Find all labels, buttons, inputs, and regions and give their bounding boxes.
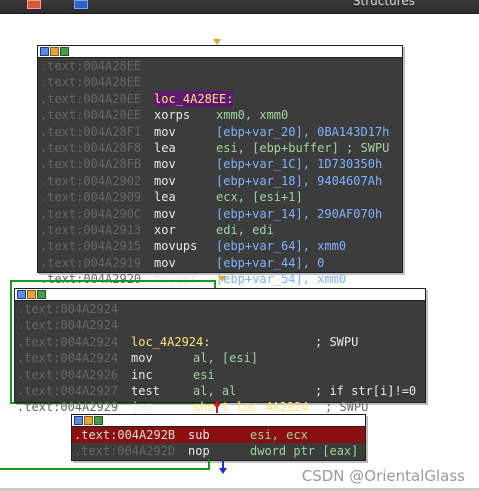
edge-arrow: [219, 468, 227, 474]
mnemonic[interactable]: sub: [188, 427, 210, 443]
asm-line[interactable]: .text:004A28F8 lea esi, [ebp+buffer] ; SWP…: [38, 140, 402, 156]
operands[interactable]: dword ptr [eax]: [250, 443, 358, 459]
operands[interactable]: edi, edi: [216, 222, 274, 238]
asm-line[interactable]: .text:004A290C mov [ebp+var_14], 290AF070h: [38, 206, 402, 222]
loop-edge: [10, 280, 216, 282]
comment: ; SWPU: [315, 334, 359, 349]
loop-edge: [214, 280, 216, 288]
mnemonic[interactable]: test: [131, 383, 160, 399]
asm-line[interactable]: .text:004A28EE loc_4A28EE:: [38, 90, 402, 108]
operands[interactable]: al, [esi]: [193, 350, 258, 366]
block-color-icon[interactable]: [27, 290, 36, 299]
asm-line[interactable]: .text:004A2924 loc_4A2924:; SWPU: [15, 334, 425, 350]
operands[interactable]: [ebp+var_44], 0: [216, 255, 324, 271]
code-label[interactable]: loc_4A2924:: [131, 334, 210, 350]
tab-icon[interactable]: [74, 0, 88, 9]
asm-line[interactable]: .text:004A28F1 mov [ebp+var_20], 0BA143D17…: [38, 124, 402, 140]
block-header: [72, 415, 365, 427]
asm-line[interactable]: .text:004A28EE: [38, 74, 402, 90]
mnemonic[interactable]: mov: [131, 350, 153, 366]
asm-line[interactable]: .text:004A28EE: [38, 58, 402, 74]
asm-line[interactable]: .text:004A2909 lea ecx, [esi+1]: [38, 189, 402, 205]
mnemonic[interactable]: mov: [154, 255, 176, 271]
asm-line[interactable]: .text:004A2924 mov al, [esi]: [15, 350, 425, 366]
operands[interactable]: esi, [ebp+buffer] ; SWPU: [216, 140, 389, 156]
block-group-icon[interactable]: [94, 416, 103, 425]
operands[interactable]: [ebp+var_18], 9404607Ah: [216, 173, 382, 189]
asm-line[interactable]: .text:004A2927 test al, al; if str[i]!=0: [15, 383, 425, 399]
asm-line[interactable]: .text:004A2924: [15, 317, 425, 333]
basic-block-4A2924[interactable]: .text:004A2924 .text:004A2924 .text:004A…: [14, 288, 426, 414]
asm-line[interactable]: .text:004A2926 inc esi: [15, 367, 425, 383]
asm-line[interactable]: .text:004A28EE xorps xmm0, xmm0: [38, 107, 402, 123]
loop-edge: [10, 280, 12, 404]
block-group-icon[interactable]: [37, 290, 46, 299]
code-label[interactable]: loc_4A28EE:: [154, 90, 234, 108]
mnemonic[interactable]: lea: [154, 189, 176, 205]
asm-line[interactable]: .text:004A2915 movups [ebp+var_64], xmm0: [38, 238, 402, 254]
block-color-icon[interactable]: [50, 47, 59, 56]
operands[interactable]: [ebp+var_64], xmm0: [216, 238, 346, 254]
asm-line[interactable]: .text:004A2919 mov [ebp+var_44], 0: [38, 255, 402, 271]
asm-line[interactable]: .text:004A2924: [15, 301, 425, 317]
operands[interactable]: [ebp+var_1C], 1D730350h: [216, 156, 382, 172]
block-lines: .text:004A292B sub esi, ecx .text:004A292D…: [72, 427, 365, 460]
mnemonic[interactable]: nop: [188, 443, 210, 459]
operands[interactable]: xmm0, xmm0: [216, 107, 288, 123]
mnemonic[interactable]: mov: [154, 206, 176, 222]
asm-line[interactable]: .text:004A28FB mov [ebp+var_1C], 1D730350h: [38, 156, 402, 172]
outgoing-edge: [0, 468, 210, 470]
mnemonic[interactable]: mov: [154, 124, 176, 140]
operands[interactable]: esi: [193, 367, 215, 383]
operands[interactable]: [ebp+var_54], xmm0: [216, 271, 346, 287]
watermark: CSDN @OrientalGlass: [301, 467, 465, 485]
mnemonic[interactable]: movups: [154, 238, 197, 254]
mnemonic[interactable]: xorps: [154, 107, 190, 123]
block-graph-icon[interactable]: [40, 47, 49, 56]
block-color-icon[interactable]: [84, 416, 93, 425]
graph-view[interactable]: .text:004A28EE .text:004A28EE .text:004A…: [0, 14, 479, 491]
mnemonic[interactable]: inc: [131, 367, 153, 383]
asm-line-selected[interactable]: .text:004A292B sub esi, ecx: [72, 427, 365, 444]
edge-arrow: [218, 276, 226, 282]
structures-tab-title[interactable]: Structures: [353, 0, 415, 8]
mnemonic[interactable]: xor: [154, 222, 176, 238]
asm-line[interactable]: .text:004A2913 xor edi, edi: [38, 222, 402, 238]
top-tab-bar: Structures: [0, 0, 479, 14]
block-lines: .text:004A2924 .text:004A2924 .text:004A…: [15, 301, 425, 416]
operands[interactable]: [ebp+var_20], 0BA143D17h: [216, 124, 389, 140]
asm-line[interactable]: .text:004A2902 mov [ebp+var_18], 9404607Ah: [38, 173, 402, 189]
basic-block-4A292B[interactable]: .text:004A292B sub esi, ecx .text:004A292D…: [71, 414, 366, 461]
block-header: [38, 46, 402, 58]
block-header: [15, 289, 425, 301]
block-group-icon[interactable]: [60, 47, 69, 56]
outgoing-edge: [208, 460, 210, 470]
tab-icon[interactable]: [27, 0, 41, 9]
operands[interactable]: al, al: [193, 383, 236, 399]
asm-line[interactable]: .text:004A292D nop dword ptr [eax]: [72, 443, 365, 459]
block-lines: .text:004A28EE .text:004A28EE .text:004A…: [38, 58, 402, 287]
block-graph-icon[interactable]: [17, 290, 26, 299]
block-graph-icon[interactable]: [74, 416, 83, 425]
comment: ; if str[i]!=0: [315, 383, 417, 398]
false-edge: [216, 401, 218, 413]
mnemonic[interactable]: mov: [154, 156, 176, 172]
operands[interactable]: esi, ecx: [250, 427, 308, 443]
operands[interactable]: [ebp+var_14], 290AF070h: [216, 206, 382, 222]
mnemonic[interactable]: lea: [154, 140, 176, 156]
basic-block-4A28EE[interactable]: .text:004A28EE .text:004A28EE .text:004A…: [37, 45, 403, 286]
mnemonic[interactable]: mov: [154, 173, 176, 189]
operands[interactable]: ecx, [esi+1]: [216, 189, 303, 205]
